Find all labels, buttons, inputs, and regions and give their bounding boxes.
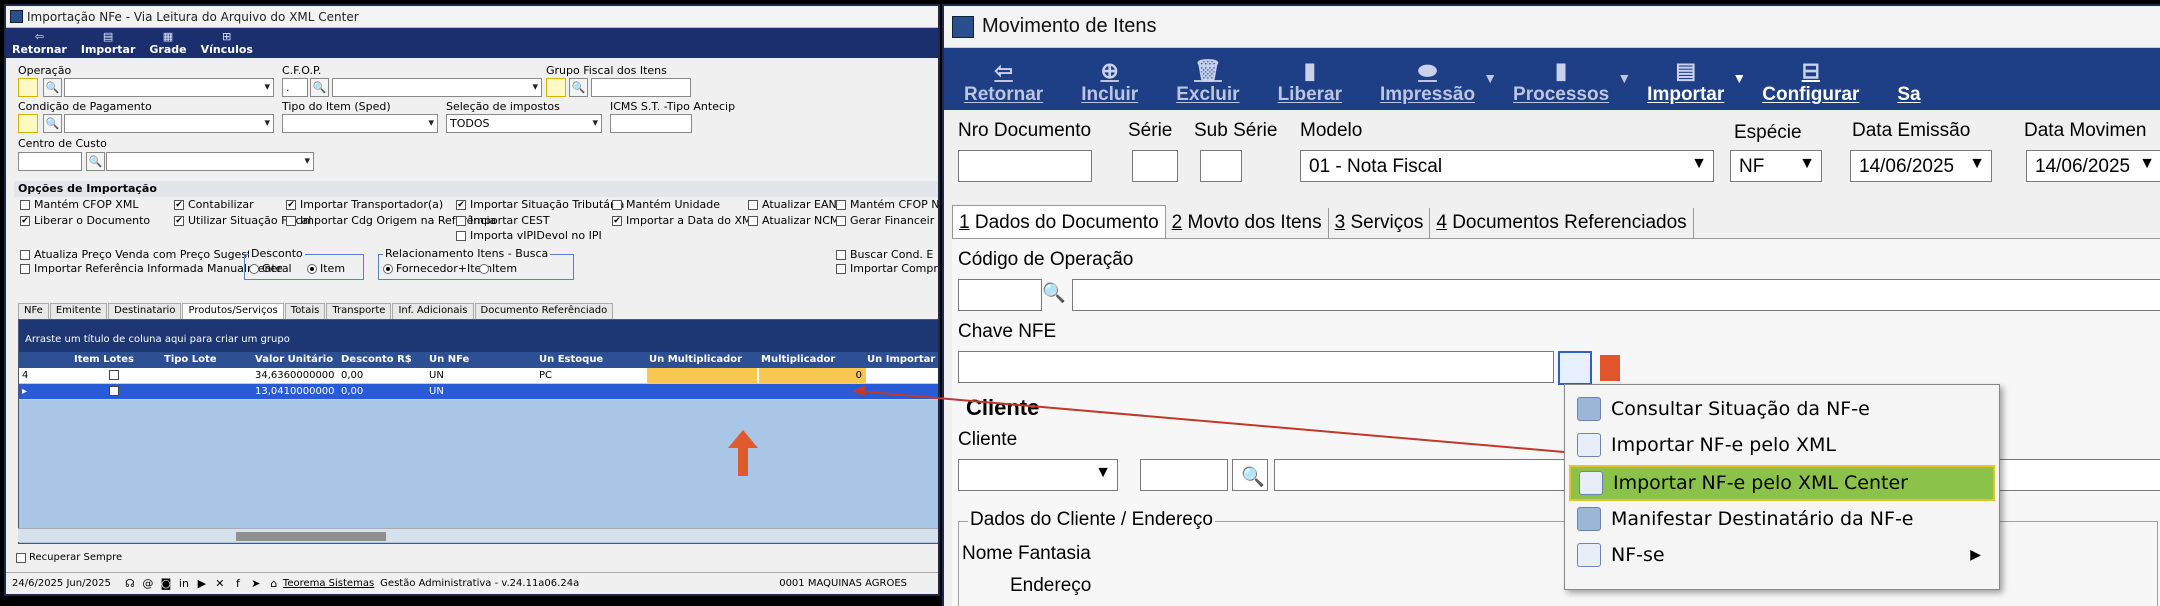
red-connector-arrow bbox=[852, 385, 1565, 453]
screenshot-stage: Importação NFe - Via Leitura do Arquivo … bbox=[0, 0, 2160, 606]
